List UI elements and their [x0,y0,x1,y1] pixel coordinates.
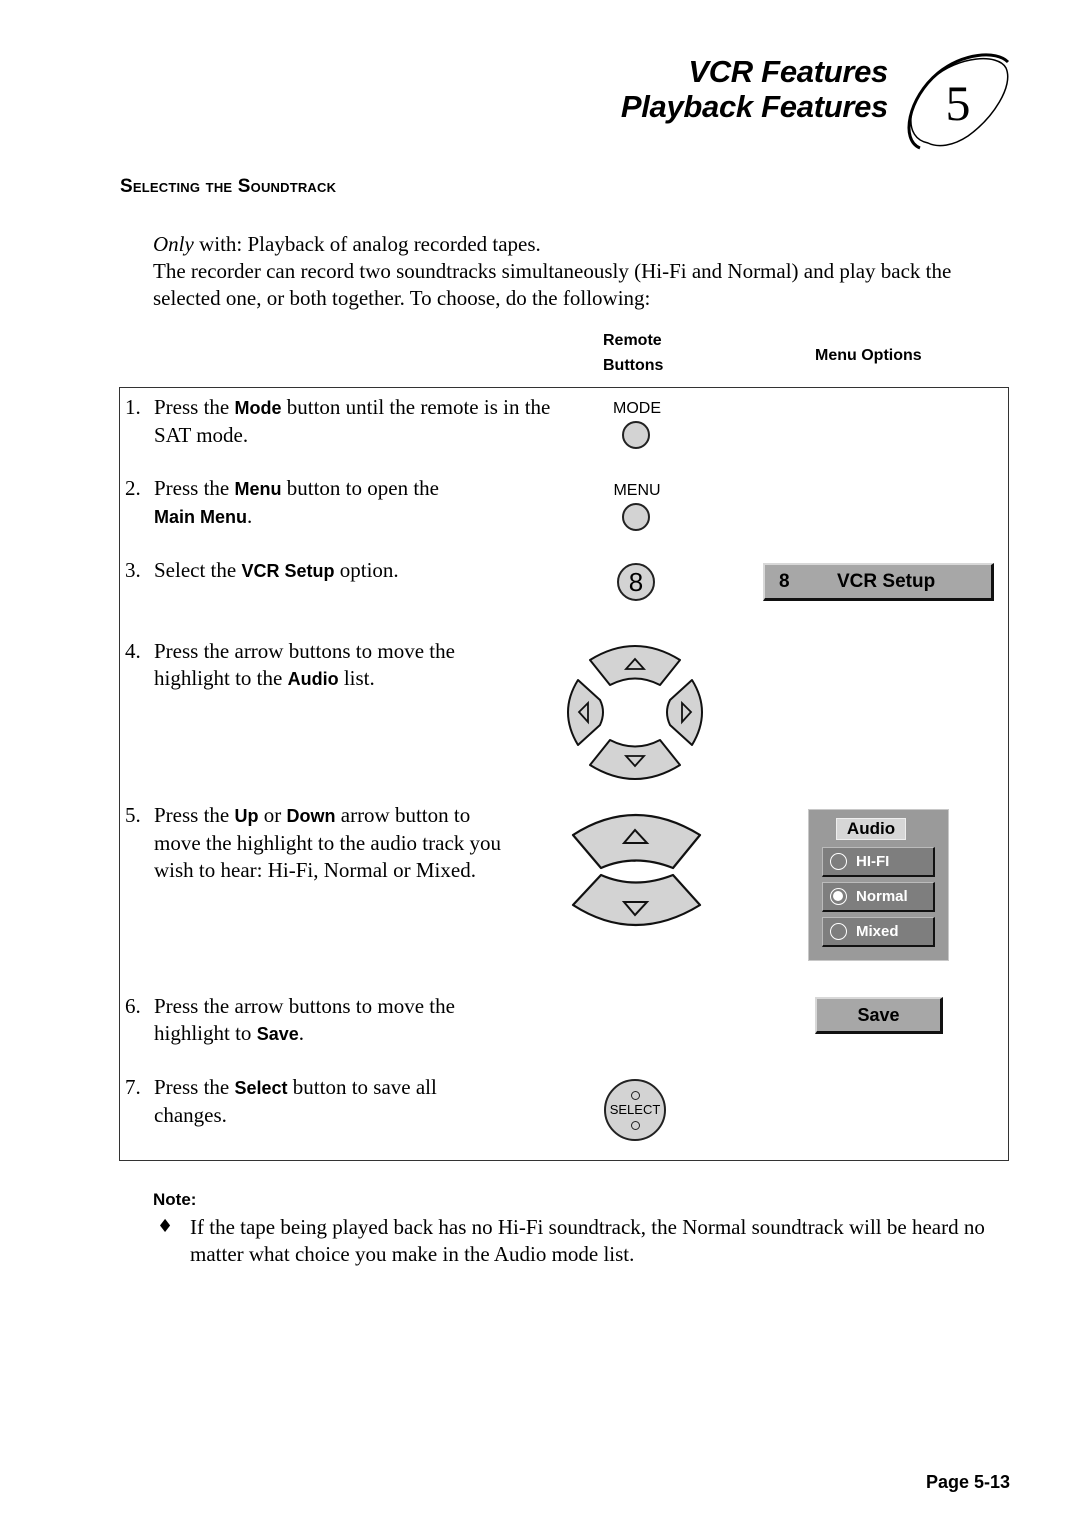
up-down-buttons [571,813,702,927]
page-number: Page 5-13 [925,1472,1010,1492]
bullet-diamond-icon: ♦ [157,1216,174,1237]
menu-item-label: VCR Setup [837,571,936,592]
audio-panel: Audio HI-FI Normal Mixed [808,809,949,961]
step-text: Press the [154,1075,235,1099]
step-keyword: Menu [234,479,282,499]
mode-button[interactable] [622,421,650,449]
step-keyword: Select [234,1078,288,1098]
arrow-down-button[interactable] [589,739,681,780]
step-number: 6. [125,994,141,1018]
arrow-left-button[interactable] [567,679,604,746]
arrow-right-button[interactable] [666,679,703,746]
col-header-remote-line2: Buttons [603,357,664,374]
step-number: 5. [125,803,141,827]
chapter-number-badge: 5 [907,53,1010,150]
chapter-number: 5 [946,75,971,131]
menu-button-label: MENU [613,482,661,499]
radio-icon [830,853,847,870]
audio-option-label: Normal [856,888,908,905]
step-text: option. [334,558,399,582]
intro-line-1: Only with: Playback of analog recorded t… [153,231,541,258]
select-button[interactable]: SELECT [604,1079,666,1141]
section-title: Selecting the Soundtrack [120,176,337,197]
step-text: . [247,504,253,528]
step-text: Press the [154,395,235,419]
step-text: Press the arrow buttons to move the high… [154,994,455,1045]
intro-only: Only [153,232,194,256]
step-text: . [298,1021,304,1045]
note-label: Note: [153,1190,197,1209]
audio-option-hifi[interactable]: HI-FI [822,847,935,877]
audio-option-label: Mixed [856,923,899,940]
dot-icon [631,1121,640,1130]
chapter-title: VCR Features [688,54,888,89]
step-keyword: Up [234,806,259,826]
step-4: 4. Press the arrow buttons to move the h… [125,638,495,693]
step-keyword: Main Menu [154,507,247,527]
step-number: 1. [125,395,141,419]
audio-option-label: HI-FI [856,853,890,870]
menu-item-vcr-setup[interactable]: 8 VCR Setup [763,563,994,601]
intro-line-1-text: with: Playback of analog recorded tapes. [193,232,541,256]
digit-8-button[interactable]: 8 [617,563,655,601]
col-header-menu-options: Menu Options [815,347,922,364]
col-header-remote: Remote Buttons [603,328,663,378]
step-7: 7. Press the Select button to save all c… [125,1074,465,1129]
step-keyword: VCR Setup [241,561,335,581]
down-button[interactable] [571,873,702,927]
radio-selected-icon [830,888,847,905]
arrow-pad [567,645,703,780]
step-keyword: Down [286,806,336,826]
col-header-remote-line1: Remote [603,332,662,349]
step-6: 6. Press the arrow buttons to move the h… [125,993,495,1048]
step-number: 4. [125,639,141,663]
radio-icon [830,923,847,940]
up-button[interactable] [571,813,702,870]
audio-panel-title: Audio [836,818,906,840]
save-button[interactable]: Save [815,997,943,1034]
menu-button[interactable] [622,503,650,531]
mode-button-label: MODE [613,400,661,417]
menu-item-number: 8 [779,571,790,592]
audio-option-normal[interactable]: Normal [822,882,935,912]
note-text: If the tape being played back has no Hi-… [190,1215,985,1266]
step-number: 3. [125,558,141,582]
step-text: button to open the [281,476,439,500]
audio-option-mixed[interactable]: Mixed [822,917,935,947]
arrow-up-button[interactable] [589,645,681,686]
step-1: 1. Press the Mode button until the remot… [125,394,565,449]
step-3: 3. Select the VCR Setup option. [125,557,565,585]
step-keyword: Save [256,1024,299,1044]
step-5: 5. Press the Up or Down arrow button to … [125,802,515,884]
step-text: list. [338,666,375,690]
step-keyword: Audio [287,669,339,689]
dot-icon [631,1091,640,1100]
step-text: Press the [154,476,235,500]
step-2: 2. Press the Menu button to open the Mai… [125,475,565,531]
select-button-label: SELECT [609,1102,661,1117]
step-number: 7. [125,1075,141,1099]
section-heading: Playback Features [620,89,888,124]
step-number: 2. [125,476,141,500]
intro-paragraph: The recorder can record two soundtracks … [153,259,952,310]
step-keyword: Mode [234,398,282,418]
step-text: Select the [154,558,242,582]
step-text: Press the [154,803,235,827]
step-text: or [258,803,287,827]
